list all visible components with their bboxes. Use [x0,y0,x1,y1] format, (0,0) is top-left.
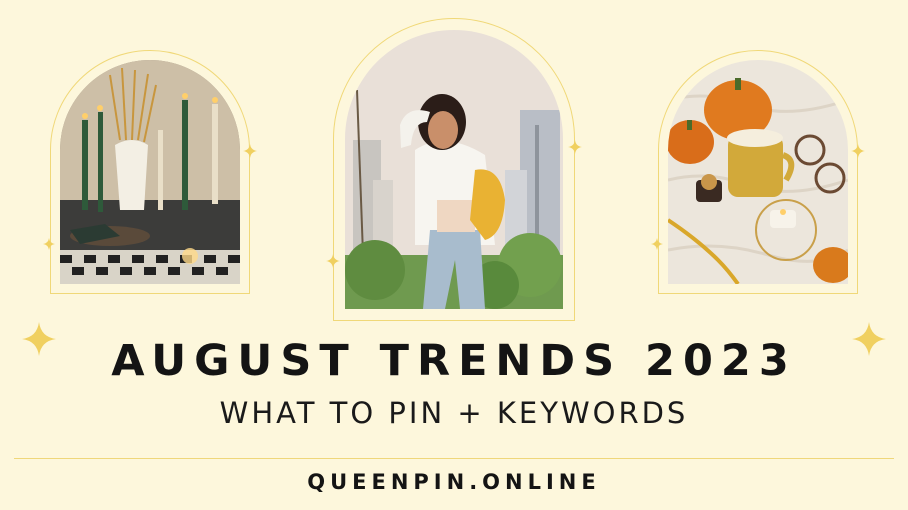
page-title: AUGUST TRENDS 2023 [111,336,797,386]
sparkle-icon [43,238,55,250]
sparkle-icon [851,144,865,158]
sparkle-icon [568,140,582,154]
sparkle-icon [651,238,663,250]
website-link[interactable]: QUEENPIN.ONLINE [0,470,908,494]
page-subtitle: WHAT TO PIN + KEYWORDS [219,396,689,430]
left-arch-photo [60,60,240,284]
divider-line [14,458,894,459]
right-arch-photo [668,60,848,284]
sparkle-icon [243,144,257,158]
sparkle-icon [326,254,340,268]
center-arch-photo [345,30,563,309]
